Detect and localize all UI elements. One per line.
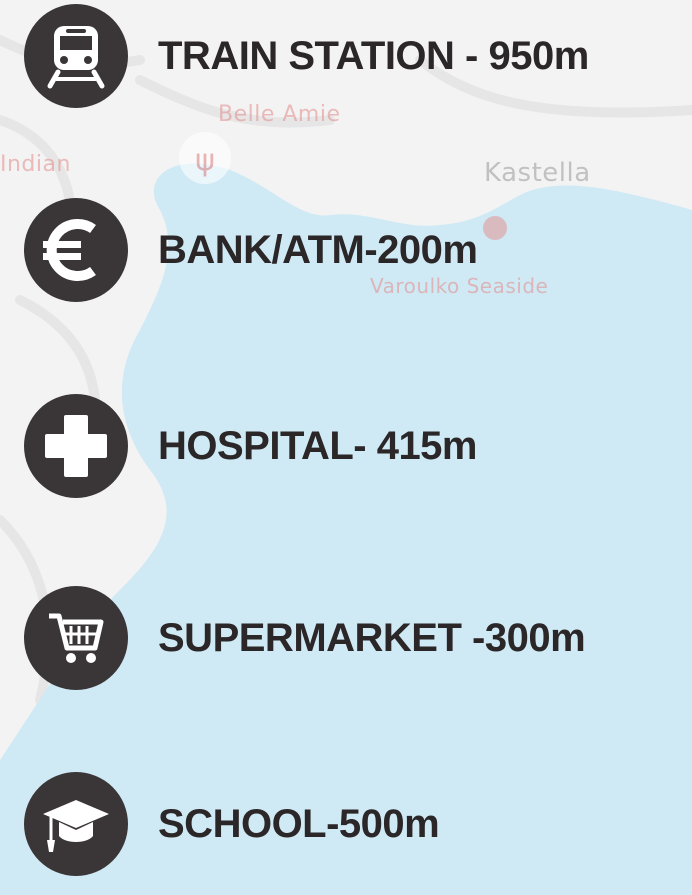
train-icon: [24, 4, 128, 108]
amenity-label: SUPERMARKET -300m: [158, 615, 586, 660]
graduation-cap-icon: [24, 772, 128, 876]
map-label-indian: Indian: [0, 152, 71, 177]
euro-icon: [24, 198, 128, 302]
amenity-train-station: TRAIN STATION - 950m: [24, 4, 589, 108]
amenity-bank-atm: BANK/ATM-200m: [24, 198, 478, 302]
amenity-school: SCHOOL-500m: [24, 772, 440, 876]
restaurant-pin-icon: ψ: [179, 132, 231, 184]
map-label-kastella: Kastella: [484, 158, 591, 188]
amenity-label: TRAIN STATION - 950m: [158, 33, 589, 78]
amenity-hospital: HOSPITAL- 415m: [24, 394, 478, 498]
svg-text:ψ: ψ: [195, 143, 215, 178]
amenity-supermarket: SUPERMARKET -300m: [24, 586, 586, 690]
amenity-label: BANK/ATM-200m: [158, 227, 478, 272]
amenity-label: HOSPITAL- 415m: [158, 423, 478, 468]
plus-icon: [24, 394, 128, 498]
amenity-label: SCHOOL-500m: [158, 801, 440, 846]
cart-icon: [24, 586, 128, 690]
